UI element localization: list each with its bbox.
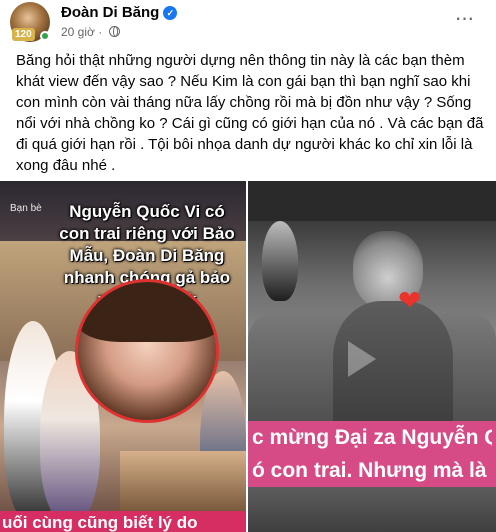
table-with-food [120, 451, 246, 511]
post-meta: 20 giờ · [61, 25, 120, 39]
online-status-icon [40, 31, 50, 41]
post-text: Băng hỏi thật những người dựng nên thông… [16, 52, 484, 174]
left-caption: uối cùng cũng biết lý do [0, 511, 246, 532]
media-right-image[interactable]: ❤ c mừng Đại za Nguyễn Q ó con trai. Như… [248, 181, 496, 532]
right-caption-line-1: c mừng Đại za Nguyễn Q [252, 426, 492, 449]
verified-badge-icon: ✓ [163, 6, 178, 20]
author-name-row: Đoàn Di Băng ✓ [61, 4, 178, 21]
globe-icon [108, 26, 120, 37]
media-left-image[interactable]: Bạn bè Nguyễn Quốc Vi có con trai riêng … [0, 181, 246, 532]
more-options-icon[interactable]: ··· [448, 6, 480, 38]
post-header: 120 Đoàn Di Băng ✓ 20 giờ · ··· [0, 0, 496, 44]
avatar-badge: 120 [12, 28, 35, 41]
ceiling [248, 181, 496, 221]
friends-label: Bạn bè [10, 203, 42, 214]
child-figure [333, 231, 453, 441]
background-person [262, 221, 298, 301]
right-caption: c mừng Đại za Nguyễn Q ó con trai. Nhưng… [248, 421, 496, 487]
post-time[interactable]: 20 giờ [61, 25, 95, 39]
author-name[interactable]: Đoàn Di Băng [61, 4, 159, 21]
portrait-circle [75, 279, 219, 423]
post-media: Bạn bè Nguyễn Quốc Vi có con trai riêng … [0, 181, 496, 532]
heart-icon: ❤ [398, 285, 422, 316]
play-icon [348, 341, 376, 377]
right-caption-line-2: ó con trai. Nhưng mà là [252, 459, 487, 482]
